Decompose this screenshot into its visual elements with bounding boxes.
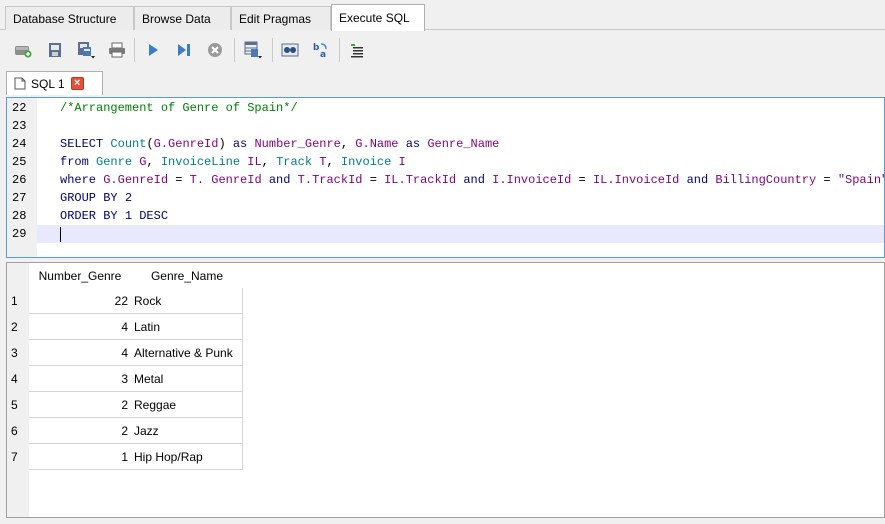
- line-number: 26: [12, 173, 27, 187]
- open-tab-button[interactable]: [12, 39, 34, 61]
- cell-genre-name[interactable]: Alternative & Punk: [131, 340, 243, 366]
- find-replace-icon: ba: [313, 43, 327, 59]
- cell-number-genre[interactable]: 22: [29, 288, 132, 314]
- code-line: 23: [7, 117, 884, 135]
- open-tab-icon: [15, 46, 32, 58]
- open-sql-icon: [49, 43, 61, 57]
- tab-edit-pragmas[interactable]: Edit Pragmas: [231, 6, 331, 30]
- code-line: 22 /*Arrangement of Genre of Spain*/: [7, 99, 884, 117]
- line-number: 28: [12, 209, 27, 223]
- cell-genre-name[interactable]: Hip Hop/Rap: [131, 444, 243, 470]
- cell-genre-name[interactable]: Latin: [131, 314, 243, 340]
- line-number: 29: [12, 227, 27, 241]
- save-sql-button[interactable]: [75, 39, 97, 61]
- row-number[interactable]: 1: [11, 288, 18, 314]
- cell-number-genre[interactable]: 2: [29, 392, 132, 418]
- code-line: 27 GROUP BY 2: [7, 189, 884, 207]
- cell-number-genre[interactable]: 4: [29, 340, 132, 366]
- execute-line-icon: [178, 44, 190, 56]
- cell-genre-name[interactable]: Reggae: [131, 392, 243, 418]
- cell-number-genre[interactable]: 3: [29, 366, 132, 392]
- row-number[interactable]: 3: [11, 340, 18, 366]
- code-line: 24 SELECT Count(G.GenreId) as Number_Gen…: [7, 135, 884, 153]
- print-button[interactable]: [106, 39, 128, 61]
- save-results-icon: [244, 41, 262, 59]
- comment-button[interactable]: [346, 39, 368, 61]
- execute-all-button[interactable]: [142, 39, 164, 61]
- toolbar-separator: [134, 38, 135, 62]
- sql-toolbar: ba: [0, 31, 885, 69]
- open-sql-button[interactable]: [44, 39, 66, 61]
- execute-all-icon: [149, 44, 158, 56]
- code-order-by: ORDER BY 1 DESC: [60, 209, 169, 223]
- sql-file-icon: [14, 77, 26, 90]
- toolbar-separator: [234, 38, 235, 62]
- tab-label: Browse Data: [142, 12, 211, 26]
- code-line: 25 from Genre G, InvoiceLine IL, Track T…: [7, 153, 884, 171]
- tab-execute-sql[interactable]: Execute SQL: [331, 4, 425, 31]
- sql-editor[interactable]: 22 /*Arrangement of Genre of Spain*/ 23 …: [6, 97, 885, 258]
- row-number[interactable]: 5: [11, 392, 18, 418]
- find-icon: [281, 43, 299, 57]
- code-line: 29: [7, 225, 884, 243]
- code-line: 28 ORDER BY 1 DESC: [7, 207, 884, 225]
- toolbar-separator: [339, 38, 340, 62]
- stop-icon: [208, 43, 222, 57]
- column-header-number-genre[interactable]: Number_Genre: [29, 263, 131, 289]
- cell-genre-name[interactable]: Jazz: [131, 418, 243, 444]
- cell-genre-name[interactable]: Rock: [131, 288, 243, 314]
- save-results-button[interactable]: [242, 39, 264, 61]
- code-from: from Genre G, InvoiceLine IL, Track T, I…: [60, 155, 406, 169]
- line-number: 22: [12, 101, 27, 115]
- print-icon: [109, 42, 125, 58]
- code-comment: /*Arrangement of Genre of Spain*/: [60, 101, 298, 115]
- svg-text:b: b: [313, 43, 320, 53]
- results-grid[interactable]: Number_Genre Genre_Name 1 22 Rock 2 4 La…: [6, 262, 885, 518]
- tab-label: Edit Pragmas: [239, 12, 312, 26]
- cell-genre-name[interactable]: Metal: [131, 366, 243, 392]
- row-number[interactable]: 7: [11, 444, 18, 470]
- sql-tab-1[interactable]: SQL 1 ×: [6, 71, 103, 95]
- line-number: 24: [12, 137, 27, 151]
- cell-number-genre[interactable]: 4: [29, 314, 132, 340]
- row-number[interactable]: 4: [11, 366, 18, 392]
- line-number: 27: [12, 191, 27, 205]
- cell-number-genre[interactable]: 1: [29, 444, 132, 470]
- line-number: 25: [12, 155, 27, 169]
- code-where: where G.GenreId = T. GenreId and T.Track…: [60, 173, 885, 187]
- sql-tab-label: SQL 1: [31, 76, 65, 91]
- find-replace-button[interactable]: ba: [310, 39, 332, 61]
- column-header-genre-name[interactable]: Genre_Name: [131, 263, 243, 289]
- row-number[interactable]: 2: [11, 314, 18, 340]
- text-caret: [60, 227, 61, 242]
- svg-text:a: a: [320, 50, 326, 59]
- cell-number-genre[interactable]: 2: [29, 418, 132, 444]
- save-sql-icon: [78, 42, 95, 59]
- stop-button[interactable]: [204, 39, 226, 61]
- tab-label: Execute SQL: [339, 11, 410, 25]
- close-tab-icon[interactable]: ×: [70, 77, 84, 90]
- code-select: SELECT Count(G.GenreId) as Number_Genre,…: [60, 137, 500, 151]
- toolbar-separator: [272, 38, 273, 62]
- main-tab-bar: Database Structure Browse Data Edit Prag…: [0, 0, 885, 31]
- find-button[interactable]: [279, 39, 301, 61]
- execute-line-button[interactable]: [173, 39, 195, 61]
- row-number[interactable]: 6: [11, 418, 18, 444]
- tab-database-structure[interactable]: Database Structure: [5, 6, 134, 30]
- tab-label: Database Structure: [13, 12, 117, 26]
- tab-browse-data[interactable]: Browse Data: [134, 6, 231, 30]
- code-line: 26 where G.GenreId = T. GenreId and T.Tr…: [7, 171, 884, 189]
- comment-icon: [351, 44, 363, 58]
- line-number: 23: [12, 119, 27, 133]
- status-strip: [0, 518, 885, 524]
- code-group-by: GROUP BY 2: [60, 191, 133, 205]
- sql-tab-row: SQL 1 ×: [0, 69, 885, 95]
